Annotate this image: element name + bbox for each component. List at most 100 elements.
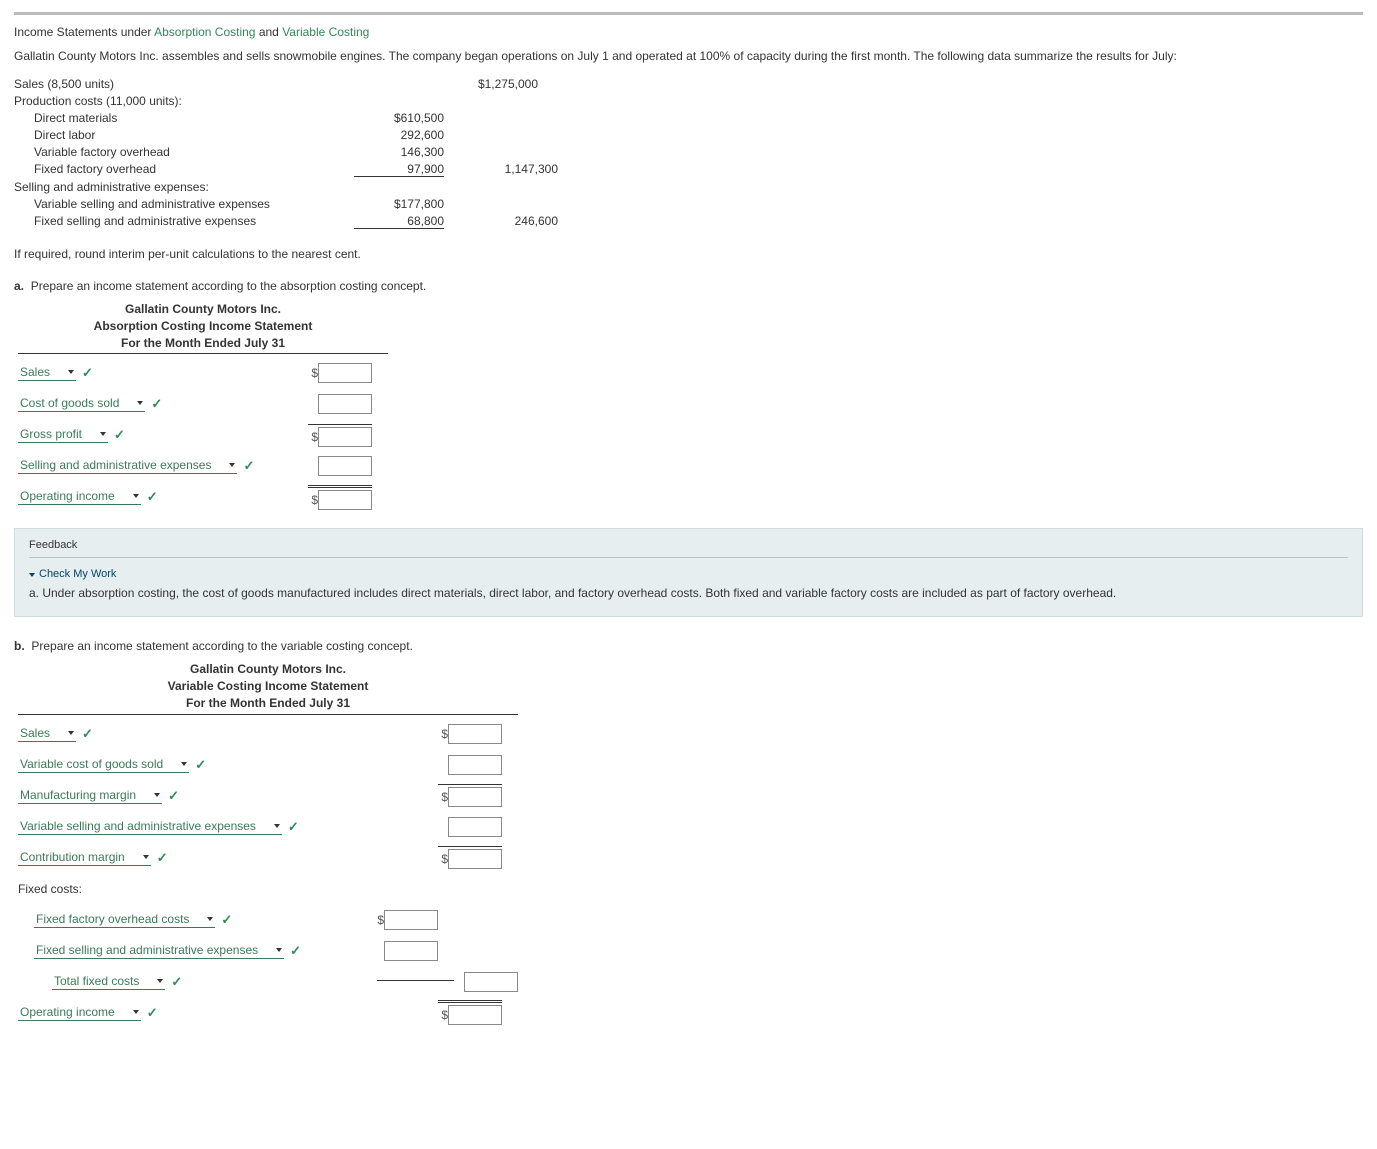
input-a-sales[interactable] xyxy=(318,363,372,383)
chevron-down-icon xyxy=(276,948,282,952)
dollar-sign: $ xyxy=(438,790,448,804)
check-icon: ✓ xyxy=(114,427,125,443)
title-link-variable: Variable Costing xyxy=(282,25,369,39)
check-icon: ✓ xyxy=(171,974,182,990)
chevron-down-icon xyxy=(133,1010,139,1014)
dropdown-a-cogs[interactable]: Cost of goods sold xyxy=(18,396,145,412)
check-icon: ✓ xyxy=(147,489,158,505)
check-icon: ✓ xyxy=(82,365,93,381)
title-link-absorption: Absorption Costing xyxy=(154,25,255,39)
direct-labor-value: 292,600 xyxy=(354,128,444,142)
input-b-op-income[interactable] xyxy=(448,1005,502,1025)
rounding-note: If required, round interim per-unit calc… xyxy=(14,247,1363,261)
dollar-sign: $ xyxy=(374,913,384,927)
vfo-label: Variable factory overhead xyxy=(14,145,354,159)
chevron-down-icon xyxy=(157,979,163,983)
sales-amount: $1,275,000 xyxy=(424,77,538,91)
stmt-a-title: Absorption Costing Income Statement xyxy=(18,318,388,335)
dropdown-b-vsae[interactable]: Variable selling and administrative expe… xyxy=(18,819,282,835)
check-icon: ✓ xyxy=(147,1005,158,1021)
check-icon: ✓ xyxy=(221,912,232,928)
dropdown-b-op-income[interactable]: Operating income xyxy=(18,1005,141,1021)
prod-total: 1,147,300 xyxy=(444,162,558,177)
sa-label: Selling and administrative expenses: xyxy=(14,180,334,194)
dollar-sign: $ xyxy=(308,493,318,507)
stmt-b-company: Gallatin County Motors Inc. xyxy=(18,661,518,678)
ffo-label: Fixed factory overhead xyxy=(14,162,354,177)
dropdown-b-manufacturing-margin[interactable]: Manufacturing margin xyxy=(18,788,162,804)
dollar-sign: $ xyxy=(308,430,318,444)
caret-down-icon xyxy=(29,573,35,577)
dollar-sign: $ xyxy=(308,366,318,380)
title-prefix: Income Statements under xyxy=(14,25,154,39)
dropdown-b-total-fixed-costs[interactable]: Total fixed costs xyxy=(52,974,165,990)
check-icon: ✓ xyxy=(195,757,206,773)
chevron-down-icon xyxy=(133,494,139,498)
input-b-contribution-margin[interactable] xyxy=(448,849,502,869)
check-icon: ✓ xyxy=(288,819,299,835)
check-icon: ✓ xyxy=(290,943,301,959)
check-icon: ✓ xyxy=(82,726,93,742)
dropdown-b-sales[interactable]: Sales xyxy=(18,726,76,742)
dropdown-b-fsae[interactable]: Fixed selling and administrative expense… xyxy=(34,943,284,959)
input-b-sales[interactable] xyxy=(448,724,502,744)
input-b-vsae[interactable] xyxy=(448,817,502,837)
title-mid: and xyxy=(255,25,282,39)
fixed-costs-label: Fixed costs: xyxy=(18,882,358,896)
input-b-fsae[interactable] xyxy=(384,941,438,961)
dropdown-a-op-income[interactable]: Operating income xyxy=(18,489,141,505)
chevron-down-icon xyxy=(274,824,280,828)
dropdown-b-contribution-margin[interactable]: Contribution margin xyxy=(18,850,151,866)
dropdown-b-ffoc[interactable]: Fixed factory overhead costs xyxy=(34,912,215,928)
chevron-down-icon xyxy=(181,762,187,766)
check-my-work-toggle[interactable]: Check My Work xyxy=(29,568,1348,580)
input-b-ffoc[interactable] xyxy=(384,910,438,930)
chevron-down-icon xyxy=(229,463,235,467)
chevron-down-icon xyxy=(137,401,143,405)
dollar-sign: $ xyxy=(438,727,448,741)
direct-labor-label: Direct labor xyxy=(14,128,354,142)
stmt-b-period: For the Month Ended July 31 xyxy=(18,695,518,712)
fsa-label: Fixed selling and administrative expense… xyxy=(14,214,354,229)
dropdown-a-gross-profit[interactable]: Gross profit xyxy=(18,427,108,443)
variable-statement: Gallatin County Motors Inc. Variable Cos… xyxy=(18,661,518,1025)
part-b-prompt: b. Prepare an income statement according… xyxy=(14,639,1363,653)
vfo-value: 146,300 xyxy=(354,145,444,159)
check-icon: ✓ xyxy=(151,396,162,412)
part-a-prompt: a. Prepare an income statement according… xyxy=(14,279,1363,293)
check-icon: ✓ xyxy=(157,850,168,866)
chevron-down-icon xyxy=(100,432,106,436)
check-icon: ✓ xyxy=(243,458,254,474)
dropdown-b-vcogs[interactable]: Variable cost of goods sold xyxy=(18,757,189,773)
input-a-op-income[interactable] xyxy=(318,490,372,510)
stmt-a-company: Gallatin County Motors Inc. xyxy=(18,301,388,318)
chevron-down-icon xyxy=(143,855,149,859)
sales-label: Sales (8,500 units) xyxy=(14,77,334,91)
dollar-sign: $ xyxy=(438,852,448,866)
check-icon: ✓ xyxy=(168,788,179,804)
direct-materials-value: $610,500 xyxy=(354,111,444,125)
input-a-sae[interactable] xyxy=(318,456,372,476)
feedback-text: a. Under absorption costing, the cost of… xyxy=(29,586,1348,600)
input-a-cogs[interactable] xyxy=(318,394,372,414)
ffo-value: 97,900 xyxy=(354,162,444,177)
prod-costs-label: Production costs (11,000 units): xyxy=(14,94,334,108)
fsa-value: 68,800 xyxy=(354,214,444,229)
vsa-label: Variable selling and administrative expe… xyxy=(14,197,354,211)
vsa-value: $177,800 xyxy=(354,197,444,211)
input-b-total-fixed-costs[interactable] xyxy=(464,972,518,992)
absorption-statement: Gallatin County Motors Inc. Absorption C… xyxy=(18,301,388,510)
input-b-vcogs[interactable] xyxy=(448,755,502,775)
chevron-down-icon xyxy=(207,917,213,921)
input-a-gross-profit[interactable] xyxy=(318,427,372,447)
given-data-block: Sales (8,500 units) $1,275,000 Productio… xyxy=(14,77,1363,229)
input-b-manufacturing-margin[interactable] xyxy=(448,787,502,807)
chevron-down-icon xyxy=(68,731,74,735)
feedback-panel: Feedback Check My Work a. Under absorpti… xyxy=(14,528,1363,617)
dropdown-a-sales[interactable]: Sales xyxy=(18,365,76,381)
direct-materials-label: Direct materials xyxy=(14,111,354,125)
dropdown-a-sae[interactable]: Selling and administrative expenses xyxy=(18,458,237,474)
feedback-heading: Feedback xyxy=(29,539,1348,558)
chevron-down-icon xyxy=(68,370,74,374)
stmt-a-period: For the Month Ended July 31 xyxy=(18,335,388,352)
